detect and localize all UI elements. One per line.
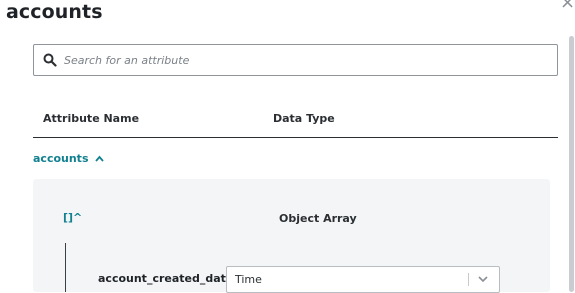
tree-connector <box>65 243 66 292</box>
attribute-name: account_created_date <box>98 272 234 285</box>
header-divider <box>33 137 558 138</box>
scrollbar[interactable] <box>569 36 574 292</box>
accounts-group-toggle[interactable]: accounts <box>33 152 104 165</box>
chevron-down-icon[interactable] <box>477 274 489 284</box>
close-icon[interactable]: × <box>560 0 575 13</box>
group-label: accounts <box>33 152 89 165</box>
select-separator <box>468 273 469 286</box>
array-type-label: Object Array <box>279 212 357 225</box>
data-type-value: Time <box>235 273 262 286</box>
object-array-toggle[interactable]: []^ <box>63 211 82 224</box>
chevron-up-icon <box>94 154 104 165</box>
dialog-title: accounts <box>6 1 103 23</box>
search-icon <box>43 53 57 67</box>
search-input[interactable] <box>64 50 544 70</box>
search-field[interactable] <box>33 44 558 76</box>
data-type-select[interactable]: Time <box>226 266 500 293</box>
column-header-attribute-name: Attribute Name <box>43 112 140 125</box>
column-header-data-type: Data Type <box>273 112 335 125</box>
